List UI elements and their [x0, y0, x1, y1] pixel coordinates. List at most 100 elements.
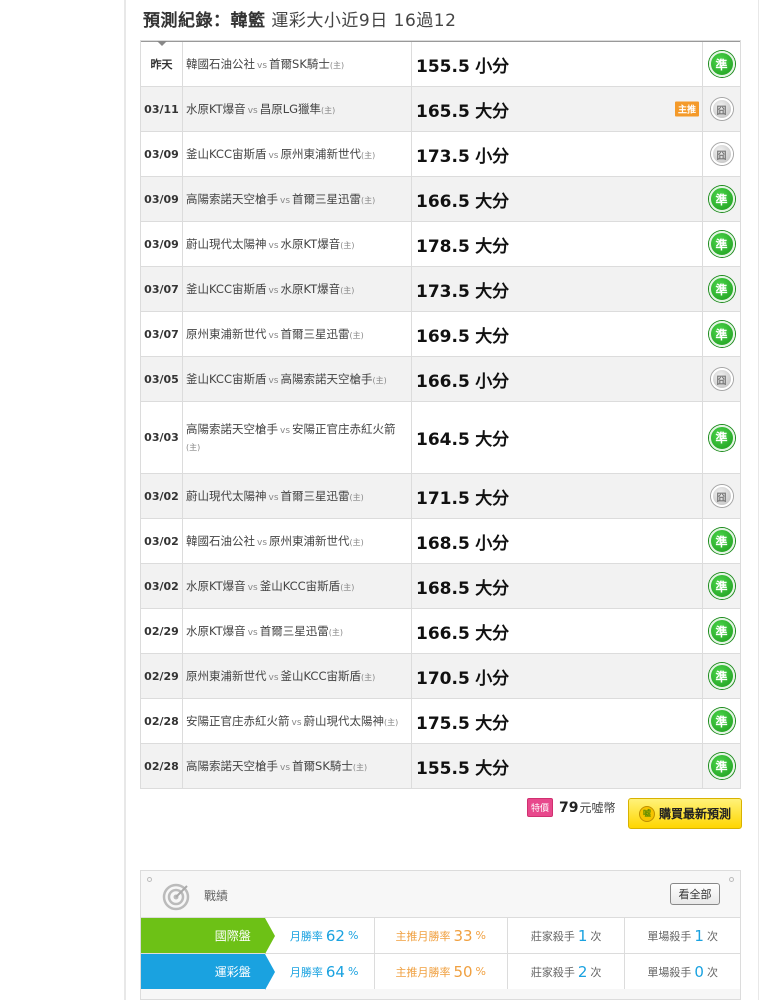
buy-latest-prediction-button[interactable]: 噓 購買最新預測: [628, 798, 742, 829]
pick-side: 大分: [475, 326, 510, 347]
host-marker: (主): [340, 285, 355, 295]
price-unit: 元噓幣: [579, 801, 616, 815]
record-result: 囧: [703, 357, 740, 401]
record-pick: 175.5 大分: [412, 699, 703, 743]
record-match[interactable]: 原州東浦新世代 vs 首爾三星迅雷(主): [183, 312, 412, 356]
home-team: 釜山KCC宙斯盾: [280, 668, 361, 683]
main-rate-label: 主推月勝率: [395, 929, 451, 943]
times-unit: 次: [706, 929, 718, 943]
record-pick: 164.5 大分: [412, 402, 703, 473]
record-match[interactable]: 高陽索諾天空槍手 vs 首爾SK騎士(主): [183, 744, 412, 788]
pick-line: 170.5: [416, 668, 470, 689]
vs-label: vs: [268, 285, 279, 296]
pick-side: 大分: [475, 488, 510, 509]
record-match[interactable]: 釜山KCC宙斯盾 vs 水原KT爆音(主): [183, 267, 412, 311]
main-month-win-rate: 主推月勝率 50%: [373, 954, 507, 989]
result-win-icon: 準: [708, 573, 735, 599]
vs-label: vs: [268, 330, 279, 341]
pick-side: 小分: [475, 371, 510, 392]
dealer-killer: 莊家殺手 2 次: [506, 954, 625, 989]
record-match[interactable]: 釜山KCC宙斯盾 vs 原州東浦新世代(主): [183, 132, 412, 176]
away-team: 原州東浦新世代: [186, 326, 267, 341]
record-row: 02/29 原州東浦新世代 vs 釜山KCC宙斯盾(主) 170.5 小分準: [141, 653, 740, 698]
record-match[interactable]: 安陽正官庄赤紅火箭 vs 蔚山現代太陽神(主): [183, 699, 412, 743]
record-match[interactable]: 高陽索諾天空槍手 vs 首爾三星迅雷(主): [183, 177, 412, 221]
record-match[interactable]: 原州東浦新世代 vs 釜山KCC宙斯盾(主): [183, 654, 412, 698]
result-win-icon: 準: [708, 663, 735, 689]
host-marker: (主): [340, 582, 355, 592]
see-all-button[interactable]: 看全部: [670, 883, 720, 905]
record-pick: 173.5 大分: [412, 267, 703, 311]
vs-label: vs: [257, 60, 268, 71]
record-match[interactable]: 蔚山現代太陽神 vs 水原KT爆音(主): [183, 222, 412, 266]
pick-line: 168.5: [416, 578, 470, 599]
dealer-label: 莊家殺手: [530, 929, 575, 943]
special-price-tag: 特價: [527, 798, 554, 817]
record-pick: 168.5 大分: [412, 564, 703, 608]
vs-label: vs: [280, 195, 291, 206]
result-miss-icon: 囧: [710, 485, 733, 507]
host-marker: (主): [328, 627, 343, 637]
record-row: 03/05 釜山KCC宙斯盾 vs 高陽索諾天空槍手(主) 166.5 小分囧: [141, 356, 740, 401]
stat-row-label[interactable]: 國際盤: [141, 918, 275, 954]
times-unit: 次: [590, 965, 602, 979]
record-date: 03/03: [141, 402, 183, 473]
page-frame-right: [758, 0, 759, 1000]
single-killer: 單場殺手 1 次: [624, 918, 740, 953]
vs-label: vs: [247, 627, 258, 638]
record-result: 準: [703, 177, 740, 221]
record-result: 準: [703, 699, 740, 743]
result-win-icon: 準: [708, 231, 735, 257]
home-team: 首爾三星迅雷: [280, 326, 350, 341]
single-value: 0: [694, 962, 704, 981]
result-win-icon: 準: [708, 276, 735, 302]
record-date: 02/28: [141, 699, 183, 743]
vs-label: vs: [268, 375, 279, 386]
stat-row: 國際盤 月勝率 62% 主推月勝率 33% 莊家殺手 1 次單場殺手 1 次: [141, 917, 740, 954]
record-result: 準: [703, 564, 740, 608]
home-team: 釜山KCC宙斯盾: [259, 578, 341, 593]
dealer-value: 2: [577, 962, 588, 981]
record-match[interactable]: 韓國石油公社 vs 首爾SK騎士(主): [183, 42, 412, 86]
records-table: 昨天 韓國石油公社 vs 首爾SK騎士(主) 155.5 小分準 03/11 水原KT爆音 v…: [140, 40, 741, 789]
pick-side: 大分: [475, 281, 510, 302]
record-pick: 166.5 小分: [412, 357, 703, 401]
pick-line: 175.5: [416, 713, 470, 734]
pick-side: 小分: [475, 146, 510, 167]
record-match[interactable]: 水原KT爆音 vs 昌原LG獵隼(主): [183, 87, 412, 131]
stat-row-label[interactable]: 運彩盤: [141, 954, 275, 990]
record-row: 03/02 韓國石油公社 vs 原州東浦新世代(主) 168.5 小分準: [141, 518, 740, 563]
page-frame-left: [124, 0, 126, 1000]
away-team: 水原KT爆音: [186, 623, 246, 638]
record-match[interactable]: 蔚山現代太陽神 vs 首爾三星迅雷(主): [183, 474, 412, 518]
record-pick: 170.5 小分: [412, 654, 703, 698]
single-label: 單場殺手: [647, 965, 692, 979]
record-match[interactable]: 釜山KCC宙斯盾 vs 高陽索諾天空槍手(主): [183, 357, 412, 401]
record-row: 02/28 安陽正官庄赤紅火箭 vs 蔚山現代太陽神(主) 175.5 大分準: [141, 698, 740, 743]
away-team: 釜山KCC宙斯盾: [186, 146, 267, 161]
record-match[interactable]: 水原KT爆音 vs 首爾三星迅雷(主): [183, 609, 412, 653]
record-row: 03/09 高陽索諾天空槍手 vs 首爾三星迅雷(主) 166.5 大分準: [141, 176, 740, 221]
month-rate-value: 62: [325, 926, 345, 945]
month-rate-label: 月勝率: [289, 965, 323, 979]
pick-line: 168.5: [416, 533, 470, 554]
record-match[interactable]: 高陽索諾天空槍手 vs 安陽正官庄赤紅火箭 (主): [183, 402, 412, 473]
percent-sign: %: [475, 965, 486, 978]
record-row: 03/11 水原KT爆音 vs 昌原LG獵隼(主) 165.5 大分 主推囧: [141, 86, 740, 131]
record-pick: 155.5 大分: [412, 744, 703, 788]
record-result: 準: [703, 744, 740, 788]
record-match[interactable]: 韓國石油公社 vs 原州東浦新世代(主): [183, 519, 412, 563]
home-team: 水原KT爆音: [280, 236, 341, 251]
away-team: 高陽索諾天空槍手: [186, 191, 278, 206]
record-match[interactable]: 水原KT爆音 vs 釜山KCC宙斯盾(主): [183, 564, 412, 608]
record-result: 準: [703, 402, 740, 473]
pick-side: 大分: [475, 758, 510, 779]
pick-side: 小分: [475, 668, 510, 689]
record-result: 囧: [703, 132, 740, 176]
record-date: 03/05: [141, 357, 183, 401]
record-pick: 166.5 大分: [412, 609, 703, 653]
pick-line: 169.5: [416, 326, 470, 347]
host-marker: (主): [361, 150, 376, 160]
month-rate-value: 64: [325, 962, 345, 981]
stat-row: 運彩盤 月勝率 64% 主推月勝率 50% 莊家殺手 2 次 單場殺手 0 次: [141, 953, 740, 990]
